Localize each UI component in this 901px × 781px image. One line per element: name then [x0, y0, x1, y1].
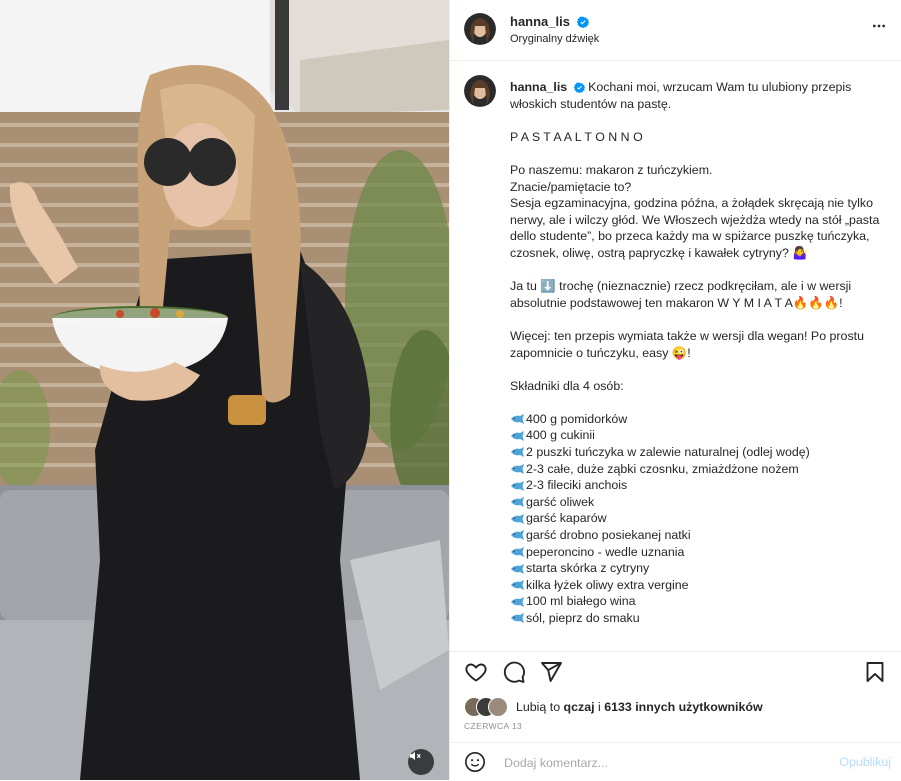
liker-avatar: [488, 697, 508, 717]
fish-icon: [511, 414, 524, 425]
caption-author-username[interactable]: hanna_lis: [510, 80, 567, 94]
fish-icon: [511, 480, 524, 491]
first-liker-link[interactable]: qczaj: [564, 700, 595, 714]
ingredient-text: kilka łyżek oliwy extra vergine: [526, 577, 689, 592]
paper-plane-icon: [541, 662, 562, 682]
author-username-text[interactable]: hanna_lis: [510, 14, 570, 29]
caption-text: hanna_lis Kochani moi, wrzucam Wam tu ul…: [510, 79, 880, 627]
ingredient-text: 2-3 fileciki anchois: [526, 478, 628, 493]
caption-line: Po naszemu: makaron z tuńczykiem.: [510, 162, 713, 177]
fish-icon: [511, 430, 524, 441]
ingredient-text: 2 puszki tuńczyka w zalewie naturalnej (…: [526, 445, 810, 460]
likes-prefix: Lubią to: [516, 700, 561, 714]
more-options-button[interactable]: [871, 18, 887, 39]
fish-icon: [511, 613, 524, 624]
liker-avatars[interactable]: [464, 697, 514, 717]
instagram-post: hanna_lis Oryginalny dźwięk hanna_lis Ko…: [0, 0, 901, 780]
ingredient-text: 2-3 całe, duże ząbki czosnku, zmiażdżone…: [526, 461, 799, 476]
caption-author-avatar[interactable]: [464, 75, 496, 107]
comment-bar: Opublikuj: [450, 742, 901, 781]
fish-icon: [511, 563, 524, 574]
publish-button[interactable]: Opublikuj: [839, 755, 891, 769]
save-button[interactable]: [863, 660, 887, 689]
ingredient-item: starta skórka z cytryny: [510, 560, 880, 577]
fish-icon: [511, 580, 524, 591]
verified-badge-icon: [573, 82, 585, 93]
comment-icon: [503, 661, 525, 683]
post-sidebar: hanna_lis Oryginalny dźwięk hanna_lis Ko…: [449, 0, 901, 780]
ingredient-item: 100 ml białego wina: [510, 593, 880, 610]
ingredient-text: 400 g cukinii: [526, 428, 595, 443]
ingredient-text: garść kaparów: [526, 511, 607, 526]
heart-icon: [465, 663, 487, 682]
ingredient-item: garść kaparów: [510, 510, 880, 527]
caption-title: P A S T A A L T O N N O: [510, 129, 643, 144]
ingredient-text: peperoncino - wedle uznania: [526, 544, 685, 559]
likes-connector: i: [598, 700, 601, 714]
ingredients-list: 400 g pomidorków 400 g cukinii 2 puszki tu…: [510, 411, 880, 627]
ingredient-item: 400 g cukinii: [510, 427, 880, 444]
post-video[interactable]: [0, 0, 449, 780]
ingredients-heading: Składniki dla 4 osób:: [510, 378, 624, 393]
audio-label[interactable]: Oryginalny dźwięk: [510, 33, 599, 45]
ingredient-text: garść oliwek: [526, 494, 595, 509]
fish-icon: [511, 463, 524, 474]
fish-icon: [511, 530, 524, 541]
bookmark-icon: [866, 662, 884, 682]
smiley-icon: [465, 752, 485, 772]
fish-icon: [511, 497, 524, 508]
ingredient-item: sól, pieprz do smaku: [510, 610, 880, 627]
ingredient-text: 100 ml białego wina: [526, 594, 636, 609]
caption-line: Znacie/pamiętacie to?: [510, 179, 632, 194]
author-username[interactable]: hanna_lis: [510, 14, 589, 29]
speaker-muted-icon: [409, 751, 421, 761]
ingredient-text: garść drobno posiekanej natki: [526, 528, 691, 543]
likes-summary: Lubią to qczaj i 6133 innych użytkownikó…: [464, 696, 763, 718]
ingredient-item: 400 g pomidorków: [510, 411, 880, 428]
like-button[interactable]: [464, 660, 488, 689]
fish-icon: [511, 513, 524, 524]
ingredient-item: peperoncino - wedle uznania: [510, 544, 880, 561]
ingredient-text: sól, pieprz do smaku: [526, 611, 640, 625]
ingredient-item: garść oliwek: [510, 494, 880, 511]
video-frame: [0, 0, 449, 780]
caption-line: Więcej: ten przepis wymiata także w wers…: [510, 328, 864, 360]
ingredient-item: 2-3 całe, duże ząbki czosnku, zmiażdżone…: [510, 461, 880, 478]
other-likers-link[interactable]: 6133 innych użytkowników: [604, 700, 762, 714]
post-caption: hanna_lis Kochani moi, wrzucam Wam tu ul…: [450, 61, 901, 650]
caption-line: hanna_lis Kochani moi, wrzucam Wam tu ul…: [510, 79, 880, 112]
more-horizontal-icon: [873, 24, 885, 28]
fish-icon: [511, 447, 524, 458]
post-date[interactable]: CZERWCA 13: [464, 721, 522, 731]
ingredient-item: 2-3 fileciki anchois: [510, 477, 880, 494]
author-avatar[interactable]: [464, 13, 496, 45]
ingredient-item: 2 puszki tuńczyka w zalewie naturalnej (…: [510, 444, 880, 461]
fish-icon: [511, 596, 524, 607]
caption-line: Ja tu ⬇️ trochę (nieznacznie) rzecz podk…: [510, 279, 852, 310]
emoji-button[interactable]: [464, 751, 486, 778]
verified-badge-icon: [576, 16, 589, 28]
share-button[interactable]: [539, 660, 563, 689]
comment-input[interactable]: [502, 752, 806, 774]
ingredient-text: 400 g pomidorków: [526, 411, 628, 426]
action-bar: [450, 651, 901, 692]
post-header: hanna_lis Oryginalny dźwięk: [450, 0, 901, 61]
caption-line: Sesja egzaminacyjna, godzina późna, a żo…: [510, 196, 880, 260]
ingredient-item: kilka łyżek oliwy extra vergine: [510, 577, 880, 594]
ingredient-text: starta skórka z cytryny: [526, 561, 650, 576]
fish-icon: [511, 546, 524, 557]
comment-button[interactable]: [502, 660, 526, 689]
ingredient-item: garść drobno posiekanej natki: [510, 527, 880, 544]
mute-button[interactable]: [408, 749, 434, 775]
